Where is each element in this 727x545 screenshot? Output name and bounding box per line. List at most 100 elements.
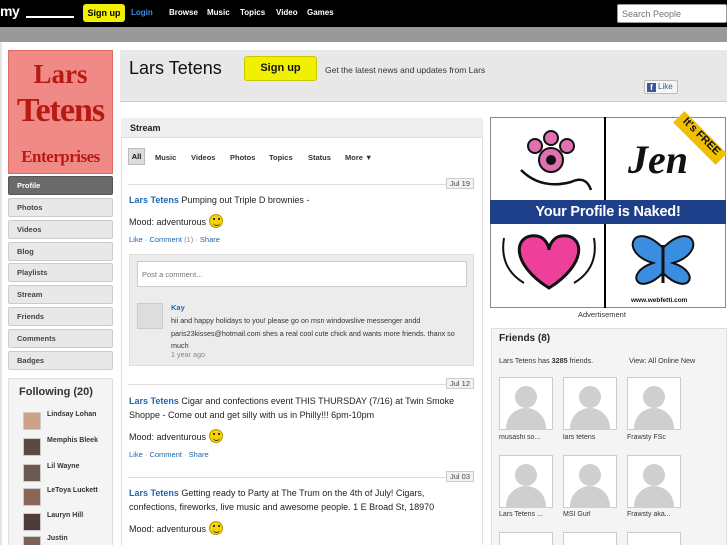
nav-browse[interactable]: Browse xyxy=(169,8,198,17)
mood-text: Mood: adventurous xyxy=(129,432,207,442)
signup-top-button[interactable]: Sign up xyxy=(83,4,125,22)
advertisement-label: Advertisement xyxy=(578,310,626,319)
sidebar-item-photos[interactable]: Photos xyxy=(8,198,113,217)
following-item[interactable]: Memphis Bleek xyxy=(23,436,111,460)
following-item[interactable]: Lil Wayne xyxy=(23,462,111,486)
view-all[interactable]: All xyxy=(648,356,656,365)
following-avatar xyxy=(23,438,41,456)
login-link[interactable]: Login xyxy=(131,8,153,17)
comment-input[interactable] xyxy=(137,261,467,287)
smiley-icon xyxy=(208,429,223,443)
following-name: Lauryn Hill xyxy=(47,512,84,519)
post-divider xyxy=(128,477,446,478)
ad-url: www.webfetti.com xyxy=(631,297,688,304)
post-mood: Mood: adventurous xyxy=(129,429,223,443)
ad-headline: Your Profile is Naked! xyxy=(490,200,726,224)
friend-name[interactable]: lars tetens xyxy=(563,434,623,441)
profile-name: Lars Tetens xyxy=(129,58,222,78)
mood-text: Mood: adventurous xyxy=(129,524,207,534)
ad-name-text: Jen xyxy=(628,137,688,182)
facebook-like-button[interactable]: f Like xyxy=(644,80,678,94)
like-link[interactable]: Like xyxy=(129,450,143,459)
signup-button[interactable]: Sign up xyxy=(244,56,317,81)
sidebar-item-friends[interactable]: Friends xyxy=(8,307,113,326)
filter-more[interactable]: More ▼ xyxy=(345,153,372,162)
friend-avatar[interactable] xyxy=(499,455,553,508)
friends-title: Friends (8) xyxy=(499,333,551,344)
view-online[interactable]: Online xyxy=(658,356,679,365)
post-author[interactable]: Lars Tetens xyxy=(129,396,179,406)
post-text: Lars Tetens Pumping out Triple D brownie… xyxy=(129,193,474,207)
following-name: LeToya Luckett xyxy=(47,487,98,494)
post-author[interactable]: Lars Tetens xyxy=(129,195,179,205)
friend-avatar[interactable] xyxy=(563,377,617,430)
search-people-input[interactable] xyxy=(617,4,727,23)
following-avatar xyxy=(23,536,41,545)
sidebar-item-videos[interactable]: Videos xyxy=(8,220,113,239)
filter-topics[interactable]: Topics xyxy=(269,153,293,162)
comment-count: (1) xyxy=(184,235,194,244)
comment-timestamp: 1 year ago xyxy=(171,350,205,359)
like-link[interactable]: Like xyxy=(129,235,143,244)
filter-all[interactable]: All xyxy=(128,148,145,165)
filter-photos[interactable]: Photos xyxy=(230,153,255,162)
profile-picture[interactable]: Lars Tetens Enterprises xyxy=(8,50,113,174)
following-avatar xyxy=(23,513,41,531)
share-link[interactable]: Share xyxy=(200,235,220,244)
comment-author[interactable]: Kay xyxy=(171,303,185,312)
facebook-icon: f xyxy=(647,83,656,92)
sidebar-item-stream[interactable]: Stream xyxy=(8,285,113,304)
friend-avatar[interactable] xyxy=(499,532,553,545)
following-item[interactable]: Lauryn Hill xyxy=(23,511,111,535)
sidebar-item-blog[interactable]: Blog xyxy=(8,242,113,261)
post-actions: Like · Comment · Share xyxy=(129,450,209,459)
following-title: Following (20) xyxy=(19,386,93,398)
post-divider xyxy=(128,384,446,385)
friend-name[interactable]: Frawsty aka... xyxy=(627,511,687,518)
view-new[interactable]: New xyxy=(681,356,695,365)
nav-video[interactable]: Video xyxy=(276,8,298,17)
post-text: Lars Tetens Getting ready to Party at Th… xyxy=(129,486,474,514)
post-mood: Mood: adventurous xyxy=(129,521,223,535)
friends-count-text: Lars Tetens has 3285 friends. xyxy=(499,356,593,365)
post-body: Pumping out Triple D brownies - xyxy=(181,195,310,205)
following-item[interactable]: Justin xyxy=(23,534,111,545)
following-item[interactable]: LeToya Luckett xyxy=(23,486,111,510)
friend-avatar[interactable] xyxy=(627,532,681,545)
site-logo[interactable]: my xyxy=(0,3,76,21)
friend-avatar[interactable] xyxy=(563,532,617,545)
nav-games[interactable]: Games xyxy=(307,8,334,17)
friends-view-filter: View: All Online New xyxy=(629,356,695,365)
sidebar-item-profile[interactable]: Profile xyxy=(8,176,113,195)
post-date: Jul 19 xyxy=(446,178,474,189)
header-band xyxy=(0,27,727,42)
facebook-like-label: Like xyxy=(658,82,673,91)
following-item[interactable]: Lindsay Lohan xyxy=(23,410,111,434)
friend-name[interactable]: Frawsty FSc xyxy=(627,434,687,441)
share-link[interactable]: Share xyxy=(189,450,209,459)
filter-videos[interactable]: Videos xyxy=(191,153,215,162)
commenter-avatar[interactable] xyxy=(137,303,163,329)
smiley-icon xyxy=(208,521,223,535)
mood-text: Mood: adventurous xyxy=(129,217,207,227)
comment-link[interactable]: Comment xyxy=(149,235,182,244)
filter-status[interactable]: Status xyxy=(308,153,331,162)
friend-avatar[interactable] xyxy=(627,377,681,430)
friend-avatar[interactable] xyxy=(627,455,681,508)
friend-avatar[interactable] xyxy=(499,377,553,430)
profile-picture-text-2: Tetens xyxy=(16,92,105,129)
sidebar-item-comments[interactable]: Comments xyxy=(8,329,113,348)
comment-link[interactable]: Comment xyxy=(149,450,182,459)
friend-name[interactable]: MSI Gurl xyxy=(563,511,623,518)
post-author[interactable]: Lars Tetens xyxy=(129,488,179,498)
post-date: Jul 03 xyxy=(446,471,474,482)
friend-avatar[interactable] xyxy=(563,455,617,508)
nav-music[interactable]: Music xyxy=(207,8,230,17)
friend-name[interactable]: Lars Tetens ... xyxy=(499,511,559,518)
sidebar-item-badges[interactable]: Badges xyxy=(8,351,113,370)
friend-name[interactable]: musashi so... xyxy=(499,434,559,441)
sidebar-item-playlists[interactable]: Playlists xyxy=(8,263,113,282)
nav-topics[interactable]: Topics xyxy=(240,8,265,17)
logo-underline xyxy=(26,16,74,18)
filter-music[interactable]: Music xyxy=(155,153,176,162)
